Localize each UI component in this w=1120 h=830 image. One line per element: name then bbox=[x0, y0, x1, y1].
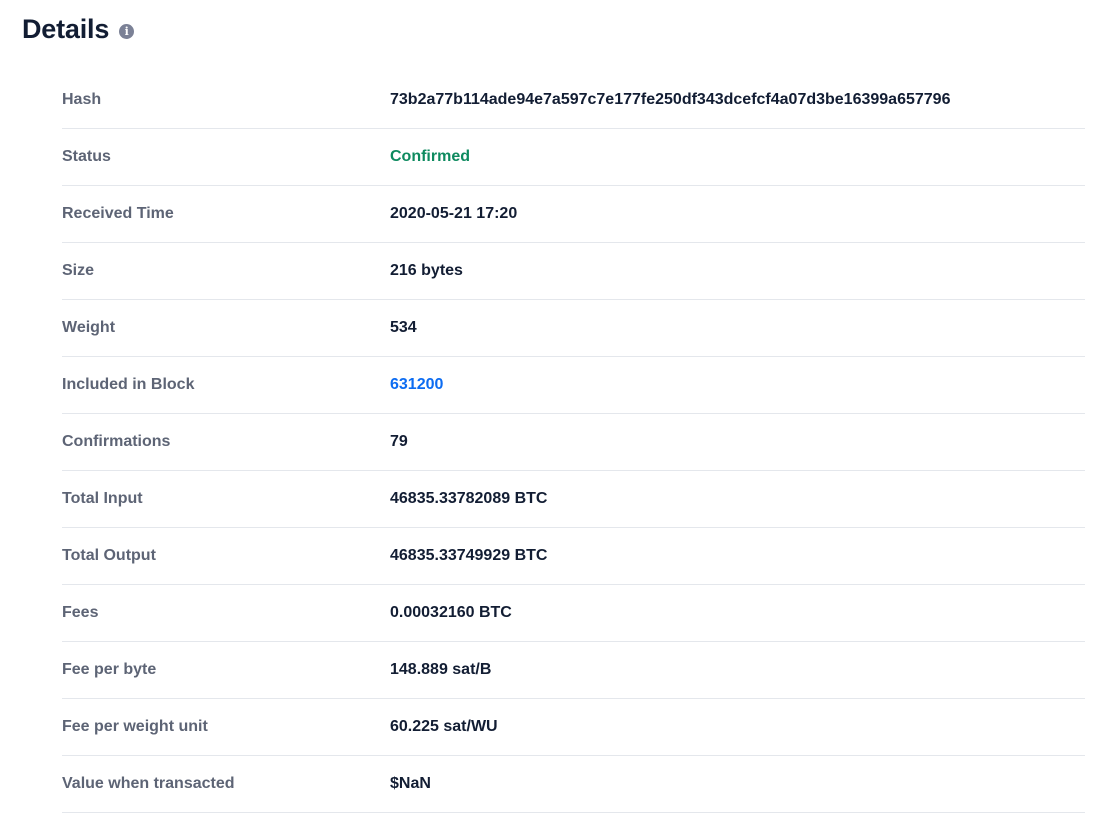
row-received-time: Received Time 2020-05-21 17:20 bbox=[62, 186, 1085, 243]
row-label: Hash bbox=[62, 91, 102, 108]
row-label: Total Output bbox=[62, 547, 156, 564]
row-label: Received Time bbox=[62, 205, 174, 222]
received-time-value: 2020-05-21 17:20 bbox=[390, 205, 518, 222]
row-fee-per-weight-unit: Fee per weight unit 60.225 sat/WU bbox=[62, 699, 1085, 756]
row-weight: Weight 534 bbox=[62, 300, 1085, 357]
row-label: Confirmations bbox=[62, 433, 171, 450]
row-included-in-block: Included in Block 631200 bbox=[62, 357, 1085, 414]
total-output-value: 46835.33749929 BTC bbox=[390, 547, 548, 564]
hash-value: 73b2a77b114ade94e7a597c7e177fe250df343dc… bbox=[390, 91, 951, 108]
page-title: Details bbox=[22, 14, 110, 44]
value-when-transacted-value: $NaN bbox=[390, 775, 431, 792]
row-label: Size bbox=[62, 262, 95, 279]
fees-value: 0.00032160 BTC bbox=[390, 604, 512, 621]
row-label: Fee per weight unit bbox=[62, 718, 208, 735]
row-confirmations: Confirmations 79 bbox=[62, 414, 1085, 471]
row-total-output: Total Output 46835.33749929 BTC bbox=[62, 528, 1085, 585]
row-label: Included in Block bbox=[62, 376, 195, 393]
info-icon[interactable]: i bbox=[119, 23, 135, 39]
row-value-when-transacted: Value when transacted $NaN bbox=[62, 756, 1085, 813]
row-size: Size 216 bytes bbox=[62, 243, 1085, 300]
confirmations-value: 79 bbox=[390, 433, 408, 450]
fee-per-weight-unit-value: 60.225 sat/WU bbox=[390, 718, 498, 735]
fee-per-byte-value: 148.889 sat/B bbox=[390, 661, 492, 678]
block-link[interactable]: 631200 bbox=[390, 376, 443, 394]
weight-value: 534 bbox=[390, 319, 417, 336]
row-label: Fee per byte bbox=[62, 661, 157, 678]
details-table: Hash 73b2a77b114ade94e7a597c7e177fe250df… bbox=[62, 72, 1085, 813]
row-total-input: Total Input 46835.33782089 BTC bbox=[62, 471, 1085, 528]
row-label: Value when transacted bbox=[62, 775, 235, 792]
row-label: Status bbox=[62, 148, 111, 165]
row-fees: Fees 0.00032160 BTC bbox=[62, 585, 1085, 642]
row-label: Fees bbox=[62, 604, 99, 621]
details-header: Details i bbox=[22, 14, 135, 45]
status-value: Confirmed bbox=[390, 148, 470, 165]
row-hash: Hash 73b2a77b114ade94e7a597c7e177fe250df… bbox=[62, 72, 1085, 129]
row-status: Status Confirmed bbox=[62, 129, 1085, 186]
total-input-value: 46835.33782089 BTC bbox=[390, 490, 548, 507]
row-fee-per-byte: Fee per byte 148.889 sat/B bbox=[62, 642, 1085, 699]
row-label: Weight bbox=[62, 319, 116, 336]
row-label: Total Input bbox=[62, 490, 143, 507]
size-value: 216 bytes bbox=[390, 262, 463, 279]
